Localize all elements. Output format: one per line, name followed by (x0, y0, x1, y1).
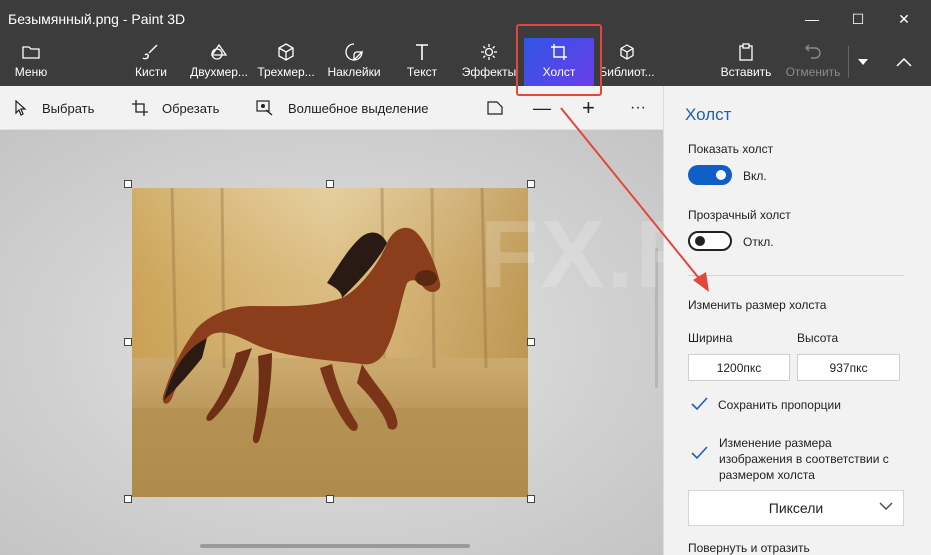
brush-icon (142, 42, 160, 62)
resize-handle-top[interactable] (326, 180, 334, 188)
tab-brushes-label: Кисти (135, 65, 167, 79)
canvas-area[interactable]: FX.RU (0, 130, 663, 555)
tab-library[interactable]: Библиот... (596, 38, 658, 86)
magic-select-label: Волшебное выделение (288, 100, 429, 116)
checkmark-icon (691, 446, 708, 460)
checkmark-icon (691, 397, 708, 411)
crop-icon (132, 100, 148, 116)
toolbar-divider (848, 46, 849, 78)
resize-handle-top-left[interactable] (124, 180, 132, 188)
width-label: Ширина (688, 331, 733, 345)
collapse-toolbar-button[interactable] (888, 38, 920, 86)
select-tool[interactable]: Выбрать (14, 86, 94, 130)
crop-tool-label: Обрезать (162, 100, 220, 116)
resize-handle-left[interactable] (124, 338, 132, 346)
sticker-icon (345, 42, 363, 62)
tab-2d-shapes[interactable]: Двухмер... (187, 38, 251, 86)
height-input[interactable]: 937пкс (797, 354, 900, 381)
annotation-highlight-box (516, 24, 602, 96)
watermark-text: FX.RU (480, 201, 663, 308)
tab-brushes[interactable]: Кисти (126, 38, 176, 86)
panel-title: Холст (685, 105, 732, 124)
resize-image-line-1: Изменение размера (719, 436, 832, 450)
sun-icon (480, 42, 498, 62)
window-title: Безымянный.png - Paint 3D (8, 11, 186, 27)
tab-3d-shapes[interactable]: Трехмер... (254, 38, 318, 86)
resize-image-line-2: изображения в соответствии с (719, 452, 889, 466)
paste-button[interactable]: Вставить (718, 38, 774, 86)
chevron-down-icon (879, 502, 893, 510)
resize-image-label: Изменение размера изображения в соответс… (719, 435, 889, 483)
tab-text[interactable]: Текст (397, 38, 447, 86)
menu-label: Меню (14, 65, 48, 79)
view-toggle-button[interactable] (487, 86, 517, 130)
resize-handle-top-right[interactable] (527, 180, 535, 188)
resize-canvas-heading: Изменить размер холста (688, 298, 827, 312)
magic-select-tool[interactable]: Волшебное выделение (256, 86, 429, 130)
cursor-icon (15, 100, 27, 116)
toggle-knob (695, 236, 705, 246)
horse-photo (132, 188, 528, 497)
tab-3d-shapes-label: Трехмер... (257, 65, 315, 79)
tab-library-label: Библиот... (599, 65, 655, 79)
resize-handle-right[interactable] (527, 338, 535, 346)
keep-ratio-checkbox[interactable] (689, 394, 709, 414)
library-icon (618, 42, 636, 62)
resize-handle-bottom[interactable] (326, 495, 334, 503)
canvas-settings-panel: Холст Показать холст Вкл. Прозрачный хол… (663, 86, 931, 555)
menu-button[interactable]: Меню (6, 38, 56, 86)
minimize-button[interactable]: — (789, 0, 835, 38)
tab-effects-label: Эффекты (461, 65, 517, 79)
resize-handle-bottom-right[interactable] (527, 495, 535, 503)
tab-stickers-label: Наклейки (327, 65, 381, 79)
crop-tool[interactable]: Обрезать (132, 86, 219, 130)
close-button[interactable]: ✕ (881, 0, 927, 38)
keep-ratio-label: Сохранить пропорции (718, 398, 841, 412)
main-toolbar: Меню Кисти Двухмер... Трехмер... Наклейк… (0, 38, 931, 86)
more-options-button[interactable]: ··· (630, 86, 646, 130)
height-label: Высота (797, 331, 839, 345)
select-tool-label: Выбрать (42, 100, 95, 116)
paste-label: Вставить (720, 65, 772, 79)
tab-stickers[interactable]: Наклейки (324, 38, 384, 86)
undo-button[interactable]: Отменить (782, 38, 844, 86)
undo-history-dropdown[interactable] (852, 38, 874, 86)
maximize-button[interactable]: ☐ (835, 0, 881, 38)
transparent-canvas-state: Откл. (743, 235, 774, 249)
magic-select-icon (256, 100, 273, 116)
resize-image-line-3: размером холста (719, 468, 815, 482)
tab-2d-shapes-label: Двухмер... (190, 65, 248, 79)
text-icon (414, 42, 430, 62)
folder-icon (22, 42, 40, 62)
units-dropdown[interactable]: Пиксели (688, 490, 904, 526)
transparent-canvas-label: Прозрачный холст (688, 208, 791, 222)
units-selected: Пиксели (768, 500, 824, 516)
undo-label: Отменить (785, 65, 841, 79)
show-canvas-label: Показать холст (688, 142, 774, 156)
resize-image-checkbox[interactable] (689, 443, 709, 463)
show-canvas-state: Вкл. (743, 169, 767, 183)
transparent-canvas-toggle[interactable] (688, 231, 732, 251)
tab-effects[interactable]: Эффекты (461, 38, 517, 86)
cube-icon (277, 42, 295, 62)
toggle-knob (716, 170, 726, 180)
rotate-flip-heading: Повернуть и отразить (688, 541, 810, 555)
caret-down-icon (858, 59, 868, 65)
width-input[interactable]: 1200пкс (688, 354, 790, 381)
flag-icon (487, 101, 503, 115)
show-canvas-toggle[interactable] (688, 165, 732, 185)
clipboard-icon (738, 42, 754, 62)
horse-image[interactable] (132, 188, 528, 497)
resize-handle-bottom-left[interactable] (124, 495, 132, 503)
horizontal-scrollbar[interactable] (200, 544, 470, 548)
shapes-2d-icon (209, 42, 229, 62)
undo-icon (804, 42, 822, 62)
tab-text-label: Текст (406, 65, 438, 79)
title-bar: Безымянный.png - Paint 3D — ☐ ✕ (0, 0, 931, 38)
chevron-up-icon (896, 57, 912, 67)
panel-divider (688, 275, 904, 276)
